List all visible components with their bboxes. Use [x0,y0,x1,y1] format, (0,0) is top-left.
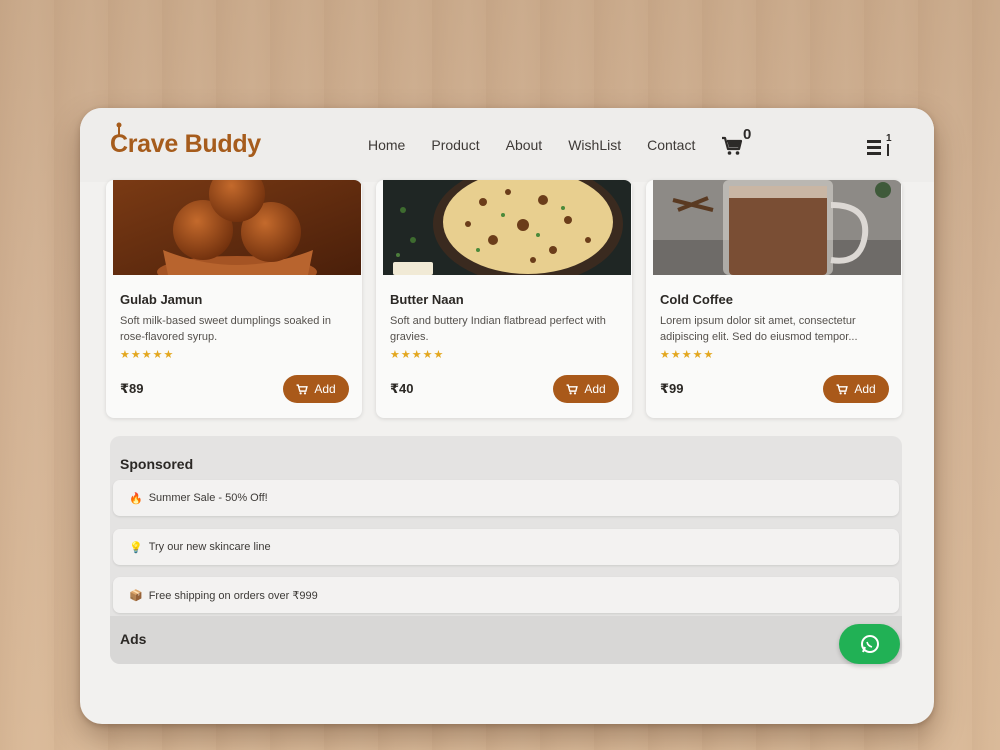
product-title: Cold Coffee [660,292,733,307]
navbar: Crave Buddy Home Product About WishList … [80,108,934,182]
cold-coffee-image [653,180,901,275]
whatsapp-chat-icon [860,635,879,653]
product-description: Lorem ipsum dolor sit amet, consectetur … [660,315,858,343]
nav-links: Home Product About WishList Contact [368,137,695,153]
nav-wishlist[interactable]: WishList [568,137,621,153]
add-to-cart-button[interactable]: Add [553,375,619,403]
cart-icon [722,136,743,155]
rating-stars: ★★★★★ [390,349,445,361]
sponsored-item-text: Free shipping on orders over ₹999 [148,589,318,602]
add-button-label: Add [314,382,336,396]
product-price: ₹40 [390,381,414,396]
rating-stars: ★★★★★ [120,349,175,361]
product-card: Cold Coffee Lorem ipsum dolor sit amet, … [646,180,902,418]
product-title: Butter Naan [390,292,464,307]
product-card: Butter Naan Soft and buttery Indian flat… [376,180,632,418]
ads-heading: Ads [120,631,147,647]
fire-icon: 🔥 [129,492,143,505]
menu-icon-bar-top [867,140,881,143]
rating-stars: ★★★★★ [660,349,715,361]
cart-icon [836,383,849,394]
sponsored-item-text: Try our new skincare line [148,541,271,553]
tablet-screen: Crave Buddy Home Product About WishList … [80,108,934,724]
sponsored-item[interactable]: 💡 Try our new skincare line [113,529,899,565]
gulab-jamun-image [113,180,361,275]
product-cards: Gulab Jamun Soft milk-based sweet dumpli… [106,180,908,418]
brand-name: Crave Buddy [110,130,261,158]
product-title: Gulab Jamun [120,292,203,307]
add-to-cart-button[interactable]: Add [283,375,349,403]
sponsored-heading: Sponsored [120,456,194,472]
add-button-label: Add [584,382,606,396]
ads-section: Ads [110,616,902,664]
sponsored-item[interactable]: 🔥 Summer Sale - 50% Off! [113,480,899,516]
add-to-cart-button[interactable]: Add [823,375,889,403]
menu-button[interactable]: 1 [867,134,897,160]
lightbulb-icon: 💡 [129,541,143,554]
nav-product[interactable]: Product [431,137,479,153]
cart-icon [566,383,579,394]
product-card: Gulab Jamun Soft milk-based sweet dumpli… [106,180,362,418]
product-price: ₹89 [120,381,144,396]
package-icon: 📦 [129,589,143,602]
product-description: Soft milk-based sweet dumplings soaked i… [120,315,331,343]
menu-icon-bar-middle [867,146,881,149]
add-button-label: Add [854,382,876,396]
nav-home[interactable]: Home [368,137,405,153]
brand-logo[interactable]: Crave Buddy [110,122,261,159]
nav-contact[interactable]: Contact [647,137,695,153]
cart-button[interactable]: 0 [721,126,755,160]
sponsored-item-text: Summer Sale - 50% Off! [148,492,268,504]
cart-icon [296,383,309,394]
product-price: ₹99 [660,381,684,396]
menu-icon-bar-bottom [867,152,881,155]
product-description: Soft and buttery Indian flatbread perfec… [390,315,606,343]
logo-spoon-icon [116,122,122,136]
butter-naan-image [383,180,631,275]
menu-icon-line [887,144,889,156]
sponsored-item[interactable]: 📦 Free shipping on orders over ₹999 [113,577,899,613]
chat-button[interactable] [839,624,900,664]
nav-about[interactable]: About [506,137,543,153]
cart-count-badge: 0 [743,126,752,143]
menu-badge: 1 [886,133,892,144]
